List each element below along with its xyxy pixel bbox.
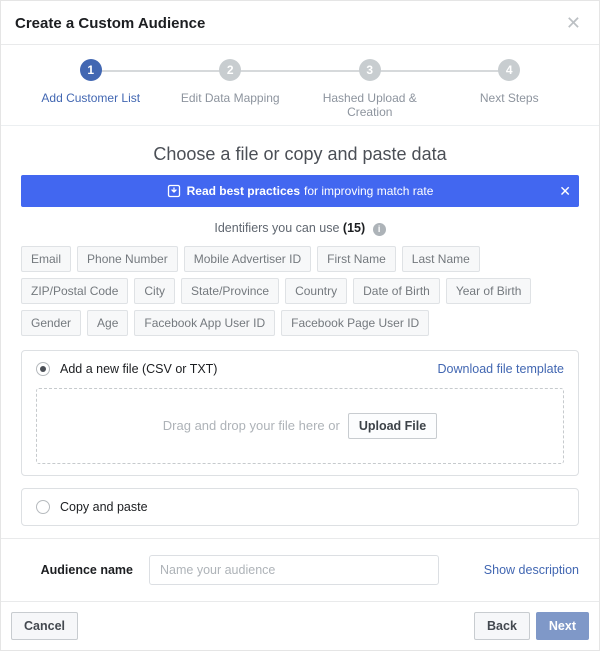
- identifier-tag[interactable]: Date of Birth: [353, 278, 440, 304]
- radio-add-file[interactable]: [36, 362, 50, 376]
- step-label: Edit Data Mapping: [181, 91, 280, 105]
- read-best-practices-bar[interactable]: Read best practices for improving match …: [21, 175, 579, 207]
- identifier-tag[interactable]: ZIP/Postal Code: [21, 278, 128, 304]
- step-2[interactable]: 2 Edit Data Mapping: [161, 59, 301, 105]
- option-add-file: Add a new file (CSV or TXT) Download fil…: [21, 350, 579, 476]
- identifier-tag[interactable]: Last Name: [402, 246, 480, 272]
- step-1[interactable]: 1 Add Customer List: [21, 59, 161, 105]
- option-add-label: Add a new file (CSV or TXT): [60, 362, 217, 376]
- identifier-tag[interactable]: State/Province: [181, 278, 279, 304]
- dismiss-bar-icon[interactable]: ✕: [559, 175, 571, 207]
- step-circle: 2: [219, 59, 241, 81]
- info-icon[interactable]: i: [373, 223, 386, 236]
- drop-text: Drag and drop your file here or: [163, 418, 340, 433]
- identifier-tag[interactable]: Email: [21, 246, 71, 272]
- back-button[interactable]: Back: [474, 612, 530, 640]
- identifiers-line: Identifiers you can use (15) i: [21, 221, 579, 236]
- idents-prefix: Identifiers you can use: [214, 221, 343, 235]
- cancel-button[interactable]: Cancel: [11, 612, 78, 640]
- identifier-tag[interactable]: Facebook Page User ID: [281, 310, 429, 336]
- stepper: 1 Add Customer List 2 Edit Data Mapping …: [1, 45, 599, 126]
- audience-name-label: Audience name: [21, 563, 149, 577]
- file-dropzone[interactable]: Drag and drop your file here or Upload F…: [36, 388, 564, 464]
- read-bold: Read best practices: [187, 184, 300, 198]
- step-label: Next Steps: [480, 91, 539, 105]
- next-button[interactable]: Next: [536, 612, 589, 640]
- identifier-tag[interactable]: Phone Number: [77, 246, 178, 272]
- step-label: Hashed Upload & Creation: [300, 91, 440, 119]
- modal: Create a Custom Audience ✕ 1 Add Custome…: [0, 0, 600, 651]
- upload-file-button[interactable]: Upload File: [348, 413, 437, 439]
- content: Choose a file or copy and paste data Rea…: [1, 126, 599, 526]
- step-circle: 4: [498, 59, 520, 81]
- show-description-link[interactable]: Show description: [484, 563, 579, 577]
- read-rest: for improving match rate: [304, 184, 433, 198]
- modal-title: Create a Custom Audience: [15, 15, 205, 32]
- identifier-tag[interactable]: Country: [285, 278, 347, 304]
- identifier-tag[interactable]: First Name: [317, 246, 396, 272]
- identifier-tag[interactable]: Gender: [21, 310, 81, 336]
- step-circle: 1: [80, 59, 102, 81]
- footer: Cancel Back Next: [1, 601, 599, 650]
- identifier-tags: Email Phone Number Mobile Advertiser ID …: [21, 246, 579, 336]
- step-4[interactable]: 4 Next Steps: [440, 59, 580, 105]
- option-add-head[interactable]: Add a new file (CSV or TXT) Download fil…: [36, 362, 564, 376]
- option-paste-label: Copy and paste: [60, 500, 148, 514]
- choose-title: Choose a file or copy and paste data: [21, 144, 579, 165]
- option-copy-paste[interactable]: Copy and paste: [21, 488, 579, 526]
- step-label: Add Customer List: [41, 91, 140, 105]
- identifier-tag[interactable]: Facebook App User ID: [134, 310, 275, 336]
- audience-name-row: Audience name Show description: [1, 538, 599, 601]
- identifier-tag[interactable]: Mobile Advertiser ID: [184, 246, 311, 272]
- radio-copy-paste[interactable]: [36, 500, 50, 514]
- idents-count: (15): [343, 221, 365, 235]
- import-icon: [167, 184, 181, 198]
- step-circle: 3: [359, 59, 381, 81]
- close-icon[interactable]: ✕: [562, 11, 585, 36]
- identifier-tag[interactable]: Year of Birth: [446, 278, 532, 304]
- download-template-link[interactable]: Download file template: [438, 362, 564, 376]
- identifier-tag[interactable]: City: [134, 278, 175, 304]
- audience-name-input[interactable]: [149, 555, 439, 585]
- identifier-tag[interactable]: Age: [87, 310, 128, 336]
- step-3[interactable]: 3 Hashed Upload & Creation: [300, 59, 440, 119]
- modal-header: Create a Custom Audience ✕: [1, 1, 599, 45]
